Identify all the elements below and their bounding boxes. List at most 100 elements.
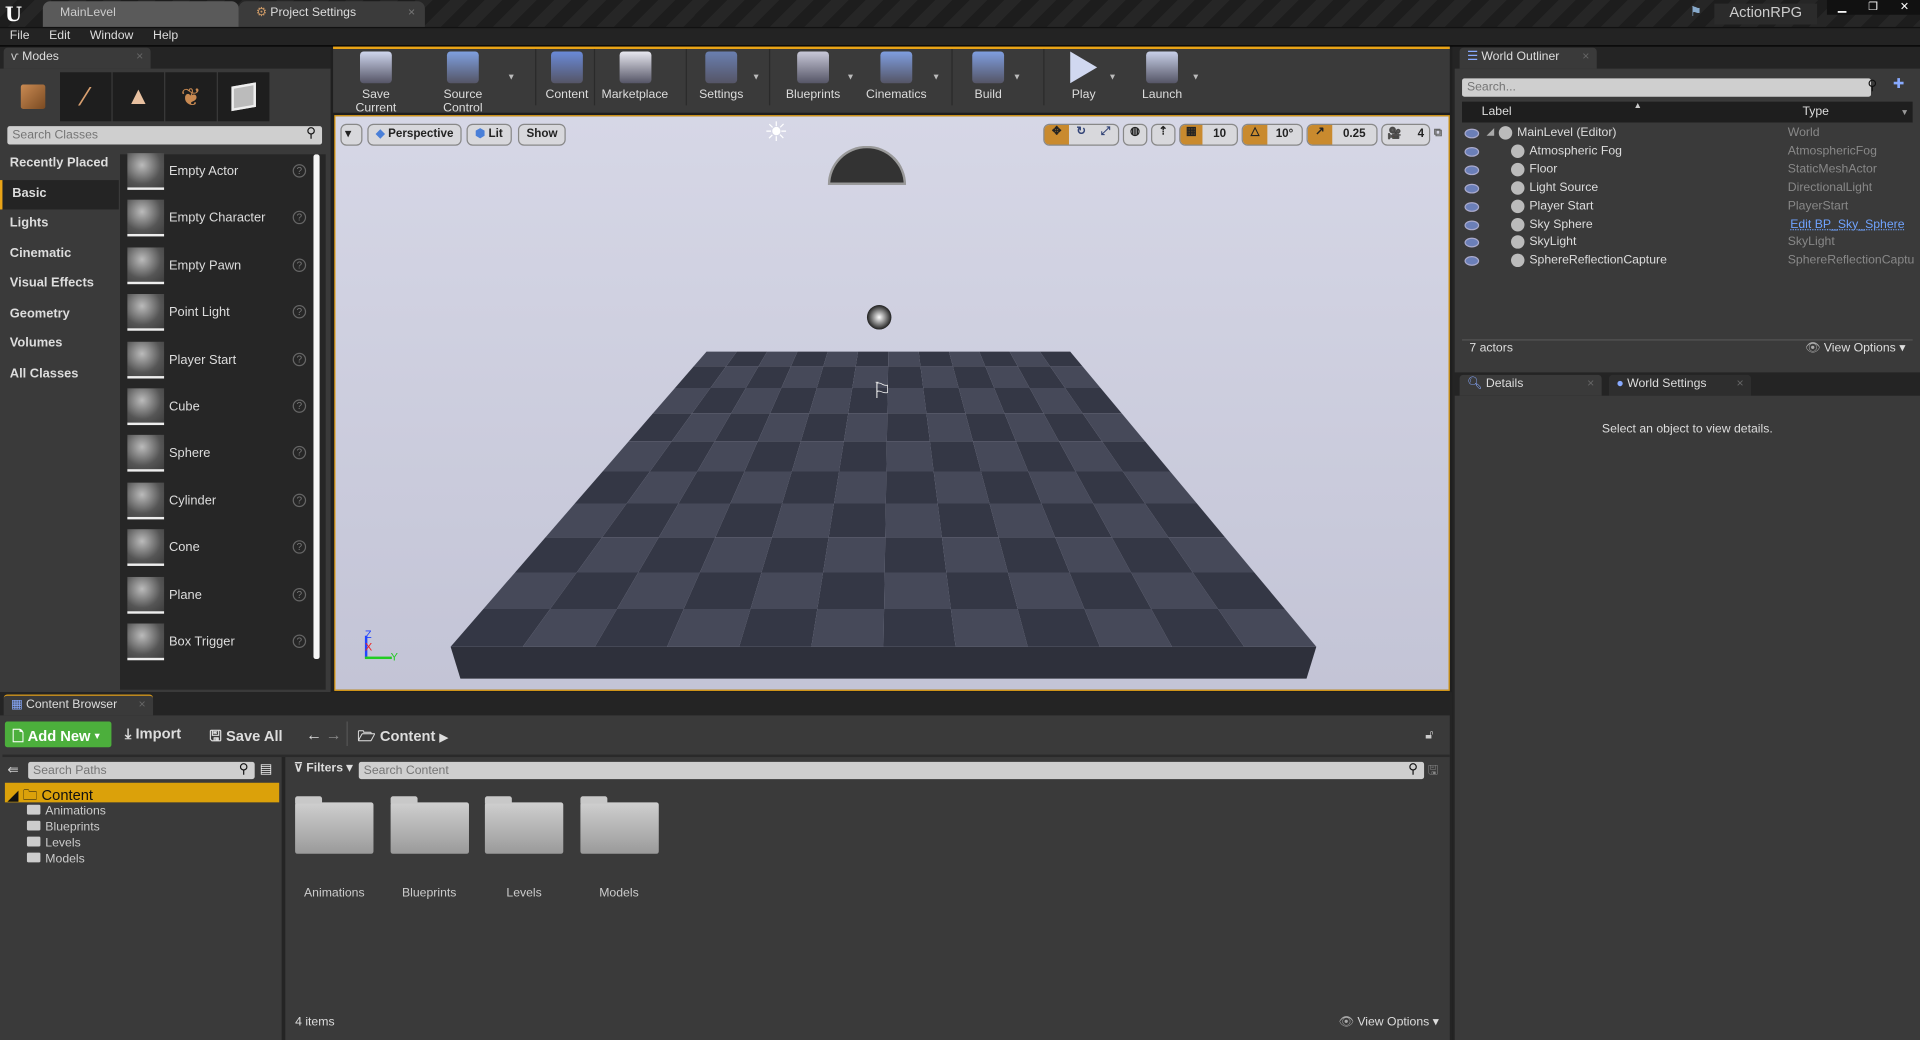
toolbar-build-button[interactable]: Build ▼ (967, 49, 1021, 108)
tab-world-settings[interactable]: ● World Settings × (1608, 374, 1752, 396)
toolbar-launch-button[interactable]: Launch ▼ (1136, 49, 1200, 108)
dropdown-arrow-icon[interactable]: ▼ (932, 73, 940, 82)
dropdown-arrow-icon[interactable]: ▼ (846, 73, 854, 82)
outliner-row[interactable]: SkyLight SkyLight (1460, 234, 1916, 252)
menu-help[interactable]: Help (143, 28, 188, 44)
doc-tab-mainlevel[interactable]: MainLevel (42, 1, 239, 27)
help-icon[interactable]: ? (292, 540, 307, 554)
close-icon[interactable]: × (408, 6, 415, 19)
outliner-row[interactable]: Light Source DirectionalLight (1460, 180, 1916, 198)
visibility-eye-icon[interactable] (1464, 183, 1480, 194)
show-button[interactable]: Show (517, 123, 567, 146)
folder-label[interactable]: Animations (285, 887, 383, 900)
category-item[interactable]: All Classes (0, 360, 119, 389)
folder-tile[interactable] (579, 796, 659, 854)
tree-item[interactable]: Animations (26, 804, 106, 821)
edit-blueprint-link[interactable]: Edit BP_Sky_Sphere (1790, 217, 1904, 230)
close-icon[interactable]: × (1587, 377, 1594, 390)
help-icon[interactable]: ? (292, 587, 307, 601)
placeable-item[interactable]: Plane? (122, 574, 315, 621)
column-label[interactable]: Label (1482, 105, 1512, 118)
help-icon[interactable]: ? (292, 305, 307, 319)
placeable-item[interactable]: Box Trigger? (122, 621, 315, 668)
import-button[interactable]: ⤓ Import (125, 725, 181, 743)
tab-modes[interactable]: ѵ Modes × (3, 47, 151, 69)
toolbar-blueprints-button[interactable]: Blueprints ▼ (784, 49, 855, 108)
search-classes-input[interactable] (7, 126, 323, 145)
scale-snap-value[interactable]: 0.25 (1332, 125, 1376, 145)
outliner-row[interactable]: Sky Sphere Edit BP_Sky_Sphere (1460, 216, 1916, 234)
visibility-eye-icon[interactable] (1464, 128, 1480, 139)
place-mode-icon[interactable] (7, 72, 59, 122)
perspective-button[interactable]: ◆ Perspective (367, 123, 462, 146)
folder-label[interactable]: Blueprints (380, 887, 478, 900)
search-paths-input[interactable] (28, 761, 255, 780)
placeable-item[interactable]: Player Start? (122, 339, 315, 386)
foliage-mode-icon[interactable]: ❦ (165, 72, 217, 122)
minimize-icon[interactable]: ▁ (1838, 0, 1846, 15)
help-icon[interactable]: ? (292, 634, 307, 649)
toolbar-source-control-button[interactable]: Source Control ▼ (422, 49, 516, 115)
category-item[interactable]: Cinematic (0, 239, 119, 268)
translate-icon[interactable]: ✥ (1044, 124, 1069, 145)
tree-item[interactable]: Models (26, 852, 106, 869)
lock-icon[interactable]: 🔓︎ (1425, 729, 1433, 742)
level-viewport[interactable]: ☀ ⚐ ▾ ◆ Perspective ⬢ Lit Show ✥ ↻ ⤢ ◍ ⇡ ▦… (334, 115, 1450, 691)
visibility-eye-icon[interactable] (1464, 256, 1480, 267)
breadcrumb-content[interactable]: Content (380, 728, 436, 745)
visibility-eye-icon[interactable] (1464, 238, 1480, 248)
camera-speed-value[interactable]: 4 (1418, 127, 1424, 142)
dropdown-arrow-icon[interactable]: ▼ (1192, 73, 1200, 82)
forward-button[interactable]: → (326, 725, 342, 743)
folder-tile[interactable] (484, 796, 564, 854)
tree-item[interactable]: Levels (26, 836, 106, 853)
grid-snap-icon[interactable]: ▦ (1180, 124, 1203, 145)
visibility-eye-icon[interactable] (1464, 146, 1480, 157)
lit-button[interactable]: ⬢ Lit (466, 123, 512, 146)
outliner-row[interactable]: ◢ MainLevel (Editor) World (1460, 125, 1916, 143)
folder-label[interactable]: Models (570, 887, 668, 900)
tree-item[interactable]: Blueprints (26, 820, 106, 837)
close-icon[interactable]: × (1582, 50, 1589, 63)
filters-button[interactable]: ⊽ Filters ▾ (294, 762, 353, 775)
directional-light-icon[interactable]: ☀ (764, 116, 788, 148)
menu-edit[interactable]: Edit (39, 28, 80, 44)
toolbar-marketplace-button[interactable]: Marketplace (601, 49, 668, 108)
dropdown-arrow-icon[interactable]: ▼ (752, 73, 760, 82)
tree-item-content[interactable]: ◢ 🗀 Content (4, 782, 280, 804)
breadcrumb[interactable]: 🗁 Content ▶ (358, 725, 448, 751)
scrollbar[interactable] (313, 154, 320, 660)
outliner-row[interactable]: Atmospheric Fog AtmosphericFog (1460, 143, 1916, 161)
visibility-eye-icon[interactable] (1464, 165, 1480, 175)
placeable-item[interactable]: Sphere? (122, 433, 315, 480)
column-type[interactable]: Type (1802, 105, 1829, 118)
menu-file[interactable]: File (0, 28, 39, 44)
close-icon[interactable]: × (136, 50, 143, 63)
category-item[interactable]: Lights (0, 209, 119, 238)
folder-label[interactable]: Levels (475, 887, 573, 900)
placeable-item[interactable]: Empty Character? (122, 198, 315, 245)
add-filter-icon[interactable]: ✚ (1893, 76, 1904, 92)
close-window-icon[interactable]: ✕ (1900, 0, 1909, 15)
visibility-eye-icon[interactable] (1464, 219, 1480, 230)
close-icon[interactable]: × (139, 698, 146, 711)
dropdown-arrow-icon[interactable]: ▼ (1108, 73, 1116, 82)
rotate-icon[interactable]: ↻ (1069, 125, 1093, 145)
placeable-item[interactable]: Point Light? (122, 292, 315, 339)
folder-tile[interactable] (390, 796, 469, 854)
path-options-icon[interactable]: ▤ (260, 761, 273, 777)
save-search-icon[interactable]: 🖫 (1428, 762, 1438, 783)
toolbar-play-button[interactable]: Play ▼ (1063, 49, 1117, 108)
help-icon[interactable]: ? (292, 164, 307, 178)
help-icon[interactable]: ? (292, 446, 307, 460)
paint-mode-icon[interactable]: ⁄ (60, 72, 112, 122)
tab-world-outliner[interactable]: ☰ World Outliner × (1459, 47, 1597, 69)
dropdown-arrow-icon[interactable]: ▼ (507, 73, 515, 82)
toolbar-settings-button[interactable]: Settings ▼ (694, 49, 760, 108)
doc-tab-project-settings[interactable]: ⚙ Project Settings × (238, 1, 425, 27)
viewport-options-button[interactable]: ▾ (340, 123, 363, 146)
rotation-snap-value[interactable]: 10° (1267, 125, 1301, 145)
maximize-icon[interactable]: ❐ (1868, 0, 1878, 15)
rotation-snap-icon[interactable]: △ (1242, 124, 1268, 145)
scale-icon[interactable]: ⤢ (1093, 125, 1117, 145)
